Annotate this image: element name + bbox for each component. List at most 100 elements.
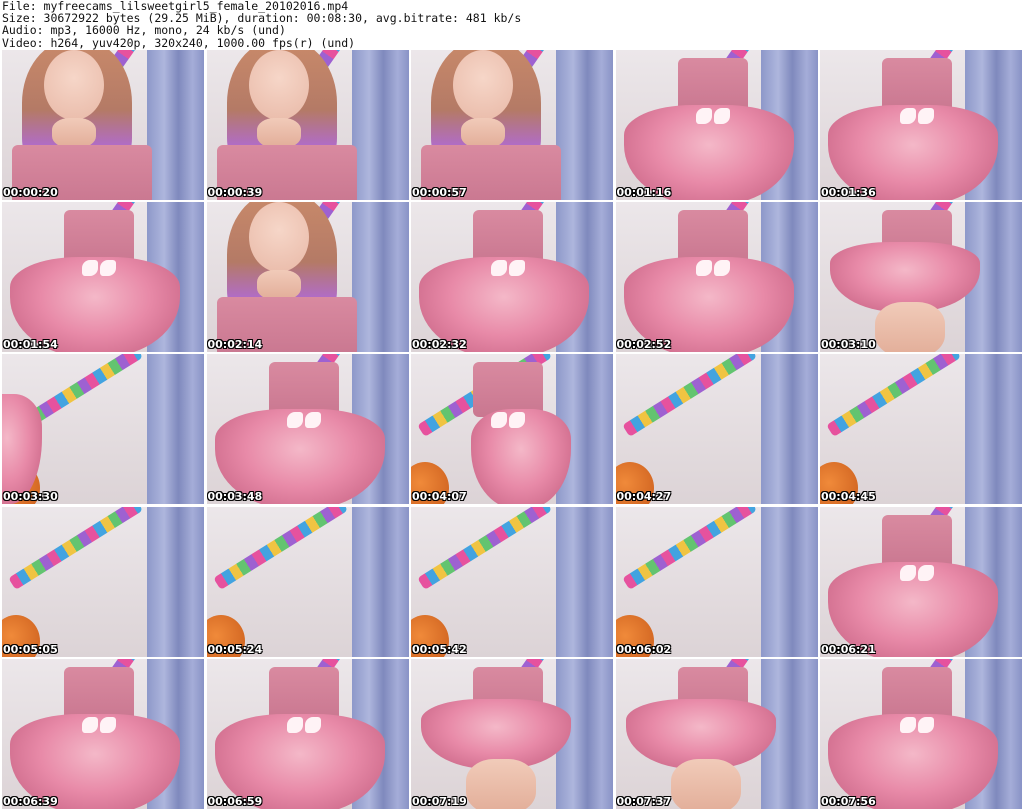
timestamp-label: 00:00:57 <box>412 186 467 199</box>
curtain <box>965 354 1022 505</box>
neck <box>256 270 301 301</box>
timestamp-label: 00:03:48 <box>207 490 263 504</box>
thumbnail-image <box>820 658 1022 809</box>
face <box>248 202 309 273</box>
timestamp-label: 00:06:02 <box>616 642 672 656</box>
curtain <box>351 506 409 657</box>
video-thumbnail: 00:01:54 <box>2 202 204 353</box>
timestamp-label: 00:06:39 <box>3 794 58 808</box>
video-thumbnail: 00:06:21 <box>820 506 1022 657</box>
curtain <box>556 506 613 657</box>
dress-bow <box>900 564 934 581</box>
timestamp-label: 00:05:42 <box>412 642 467 656</box>
thumbnail-image <box>820 354 1022 505</box>
timestamp-label: 00:02:52 <box>616 338 672 352</box>
face <box>44 50 104 120</box>
thumbnail-image <box>206 354 409 505</box>
dress-bow <box>491 260 525 277</box>
thumbnail-image <box>820 50 1022 200</box>
timestamp-label: 00:04:45 <box>821 490 876 504</box>
timestamp-label: 00:02:32 <box>412 338 467 352</box>
dress-bow <box>286 716 321 733</box>
timestamp-label: 00:06:21 <box>821 642 876 656</box>
dress-bow <box>695 260 730 277</box>
dress-bow <box>491 412 525 429</box>
thumbnail-image <box>411 50 613 200</box>
video-thumbnail: 00:03:30 <box>2 354 204 505</box>
timestamp-label: 00:07:56 <box>821 794 876 808</box>
thumbnail-image <box>615 658 818 809</box>
video-thumbnail: 00:05:05 <box>2 506 204 657</box>
video-thumbnail: 00:00:20 <box>2 50 204 200</box>
thumbnail-grid: 00:00:20 00:00:39 00:00:57 00:01:16 00:01:36… <box>2 50 1022 809</box>
timestamp-label: 00:06:59 <box>207 794 263 808</box>
dress-bow <box>900 108 934 124</box>
video-thumbnail: 00:06:59 <box>206 658 409 809</box>
video-thumbnail: 00:01:16 <box>615 50 818 200</box>
thumbnail-image <box>411 354 613 505</box>
face <box>453 50 513 120</box>
video-thumbnail: 00:02:52 <box>615 202 818 353</box>
curtain <box>760 354 818 505</box>
legs <box>875 302 945 353</box>
thumbnail-image <box>411 658 613 809</box>
neck <box>461 118 505 148</box>
curtain <box>556 50 613 200</box>
thumbnail-image <box>2 658 204 809</box>
video-thumbnail: 00:07:56 <box>820 658 1022 809</box>
video-thumbnail: 00:07:19 <box>411 658 613 809</box>
timestamp-label: 00:03:30 <box>3 490 58 504</box>
thumbnail-image <box>411 202 613 353</box>
video-info-line: Video: h264, yuv420p, 320x240, 1000.00 f… <box>2 35 356 50</box>
legs <box>466 758 536 809</box>
thumbnail-image <box>2 354 204 505</box>
dress-bow <box>695 108 730 124</box>
timestamp-label: 00:00:20 <box>3 186 58 199</box>
dress-bow <box>900 716 934 733</box>
thumbnail-image <box>206 202 409 353</box>
thumbnail-image <box>615 354 818 505</box>
curtain <box>351 202 409 353</box>
thumbnail-image <box>820 506 1022 657</box>
thumbnail-image <box>206 506 409 657</box>
video-thumbnail: 00:04:07 <box>411 354 613 505</box>
file-info-header: File: myfreecams_lilsweetgirl5_female_20… <box>2 0 521 49</box>
timestamp-label: 00:01:54 <box>3 338 58 352</box>
video-thumbnail: 00:03:10 <box>820 202 1022 353</box>
timestamp-label: 00:03:10 <box>821 338 876 352</box>
curtain <box>760 506 818 657</box>
thumbnail-image <box>615 202 818 353</box>
curtain <box>147 506 204 657</box>
face <box>248 50 309 120</box>
thumbnail-image <box>820 202 1022 353</box>
dress-bow <box>82 716 116 733</box>
timestamp-label: 00:04:07 <box>412 490 467 504</box>
neck <box>52 118 96 148</box>
video-thumbnail: 00:05:42 <box>411 506 613 657</box>
video-thumbnail: 00:06:39 <box>2 658 204 809</box>
curtain <box>147 50 204 200</box>
timestamp-label: 00:01:16 <box>616 186 672 199</box>
thumbnail-image <box>2 506 204 657</box>
timestamp-label: 00:07:37 <box>616 794 672 808</box>
thumbnail-image <box>206 50 409 200</box>
thumbnail-image <box>2 202 204 353</box>
thumbnail-image <box>615 50 818 200</box>
video-thumbnail: 00:00:57 <box>411 50 613 200</box>
thumbnail-image <box>206 658 409 809</box>
timestamp-label: 00:04:27 <box>616 490 672 504</box>
video-thumbnail: 00:01:36 <box>820 50 1022 200</box>
timestamp-label: 00:05:05 <box>3 642 58 656</box>
thumbnail-image <box>411 506 613 657</box>
audio-info-line: Audio: mp3, 16000 Hz, mono, 24 kb/s (und… <box>2 23 286 38</box>
video-thumbnail: 00:03:48 <box>206 354 409 505</box>
timestamp-label: 00:01:36 <box>821 186 876 199</box>
timestamp-label: 00:02:14 <box>207 338 263 352</box>
dress-bow <box>82 260 116 277</box>
timestamp-label: 00:00:39 <box>207 186 263 199</box>
neck <box>256 118 301 148</box>
video-thumbnail: 00:04:27 <box>615 354 818 505</box>
curtain <box>147 354 204 505</box>
dress-bow <box>286 412 321 429</box>
video-thumbnail: 00:05:24 <box>206 506 409 657</box>
